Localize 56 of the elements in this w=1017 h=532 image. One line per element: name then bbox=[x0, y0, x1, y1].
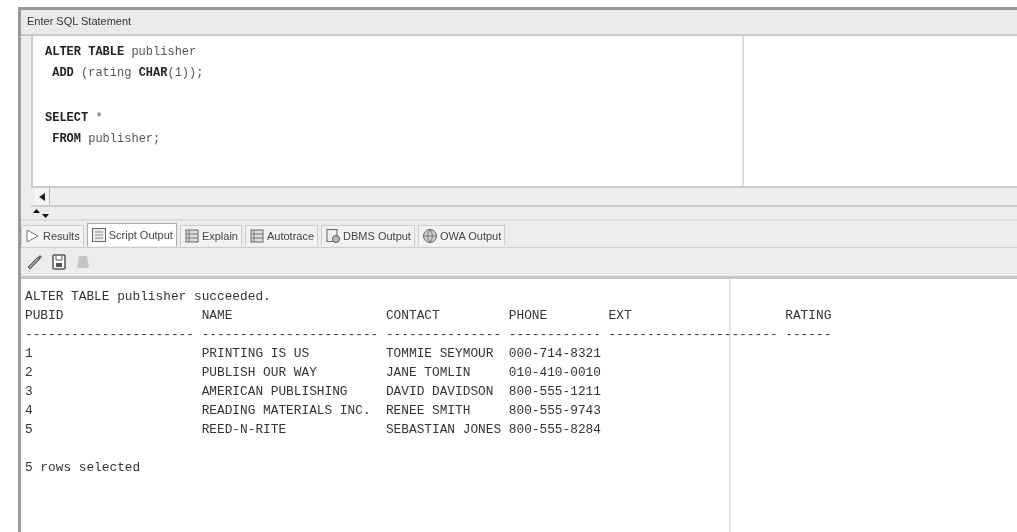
column-header: NAME bbox=[201, 307, 234, 325]
row-count: 5 rows selected bbox=[25, 459, 142, 477]
pencil-icon[interactable] bbox=[27, 254, 43, 270]
output-tab[interactable]: DBMS Output bbox=[321, 225, 415, 246]
code-line: ADD (rating CHAR(1)); bbox=[51, 65, 205, 82]
output-tab[interactable]: Explain bbox=[179, 225, 242, 246]
column-rule: ---------------------- bbox=[608, 326, 779, 344]
column-rule: ------------ bbox=[508, 326, 602, 344]
output-tab[interactable]: Script Output bbox=[86, 223, 177, 246]
table-cell-text: JANE TOMLIN bbox=[385, 364, 472, 382]
globe-icon bbox=[421, 228, 438, 244]
table-cell-text: 3 bbox=[25, 383, 34, 401]
code-line: FROM publisher; bbox=[51, 131, 162, 148]
code-line: SELECT* bbox=[45, 110, 104, 127]
document-icon bbox=[325, 228, 342, 244]
column-header: EXT bbox=[608, 307, 633, 325]
output-tab[interactable]: OWA Output bbox=[417, 225, 506, 246]
table-cell-text: PRINTING IS US bbox=[201, 345, 311, 363]
column-header: RATING bbox=[785, 307, 833, 325]
table-cell-text: 800-555-8284 bbox=[508, 421, 602, 439]
sql-editor[interactable]: ALTER TABLE publisher ADD (rating CHAR(1)); SELECT* FROM publisher; bbox=[31, 36, 1017, 186]
code-line: ALTER TABLE publisher bbox=[45, 44, 198, 61]
table-cell-text: 5 bbox=[25, 421, 34, 439]
horizontal-scrollbar[interactable] bbox=[31, 186, 1017, 207]
output-tab[interactable]: Autotrace bbox=[244, 225, 319, 246]
table-cell-text: 000-714-8321 bbox=[508, 345, 602, 363]
table-cell-text: 2 bbox=[25, 364, 34, 382]
table-cell-text: 010-410-0010 bbox=[508, 364, 602, 382]
table-cell-text: 800-555-9743 bbox=[508, 402, 602, 420]
table-cell-text: PUBLISH OUR WAY bbox=[201, 364, 318, 382]
grid-icon bbox=[248, 228, 265, 244]
column-header: PUBID bbox=[25, 307, 65, 325]
table-cell-text: 1 bbox=[25, 345, 34, 363]
table-cell-text: TOMMIE SEYMOUR bbox=[385, 345, 495, 363]
column-header: CONTACT bbox=[385, 307, 441, 325]
table-cell-text: RENEE SMITH bbox=[385, 402, 472, 420]
table-cell-text: DAVID DAVIDSON bbox=[385, 383, 495, 401]
play-icon bbox=[25, 228, 41, 244]
column-header: PHONE bbox=[508, 307, 549, 325]
status-message: ALTER TABLE publisher succeeded. bbox=[25, 288, 272, 306]
column-rule: ---------------------- bbox=[25, 326, 195, 344]
column-rule: ------ bbox=[785, 326, 833, 344]
table-cell-text: AMERICAN PUBLISHING bbox=[201, 383, 349, 401]
document-icon bbox=[90, 227, 107, 243]
grid-icon bbox=[183, 228, 200, 244]
output-tab[interactable]: Results bbox=[21, 225, 84, 246]
column-rule: ----------------------- bbox=[201, 326, 380, 344]
table-cell-text: 800-555-1211 bbox=[508, 383, 602, 401]
table-cell-text: 4 bbox=[25, 402, 34, 420]
column-rule: --------------- bbox=[385, 326, 503, 344]
split-arrows-icon[interactable] bbox=[33, 208, 49, 218]
save-icon[interactable] bbox=[51, 254, 67, 270]
scroll-left-icon[interactable] bbox=[39, 192, 45, 201]
table-cell-text: REED-N-RITE bbox=[201, 421, 288, 439]
table-cell-text: SEBASTIAN JONES bbox=[385, 421, 503, 439]
table-cell-text: READING MATERIALS INC. bbox=[201, 402, 372, 420]
